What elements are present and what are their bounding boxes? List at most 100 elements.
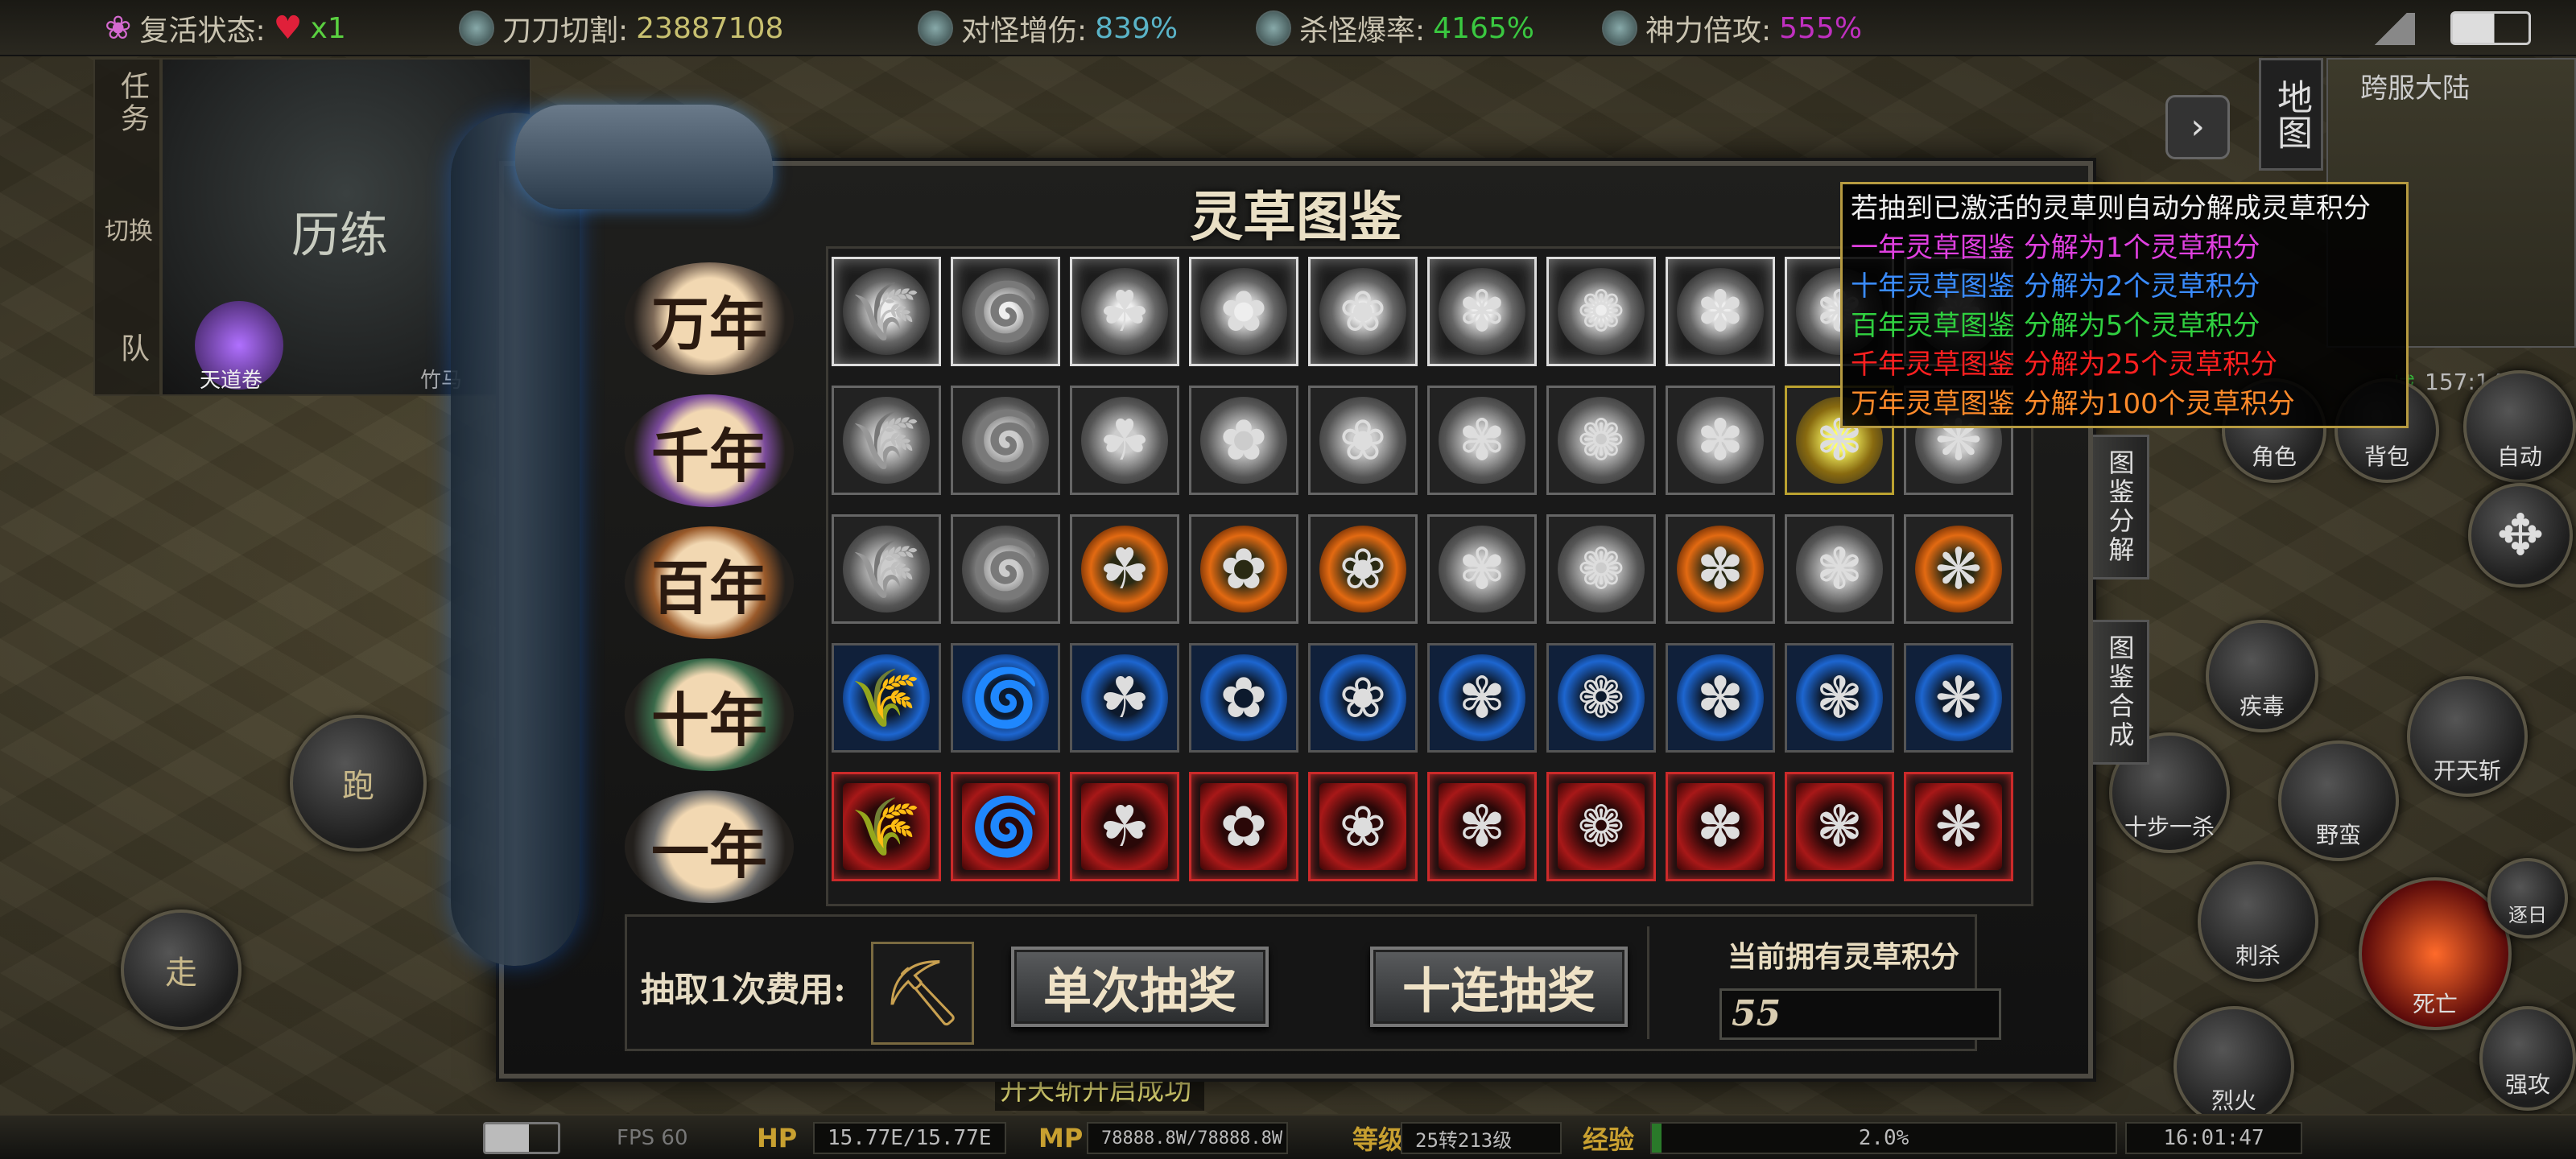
herb-slot-yi-4[interactable]: ✿	[1189, 772, 1298, 881]
herb-icon: ✽	[1677, 397, 1764, 484]
herb-icon: ☘	[1081, 526, 1168, 612]
skill-poison-button[interactable]: 疾毒	[2206, 620, 2318, 732]
top-status-bar: ❀ 复活状态: ♥ x1 刀刀切割: 23887108 对怪增伤: 839% 杀…	[0, 0, 2576, 56]
hp-label: HP	[757, 1123, 798, 1153]
herb-slot-shi-6[interactable]: ✾	[1427, 643, 1537, 753]
herb-slot-yi-8[interactable]: ✽	[1666, 772, 1775, 881]
herb-slot-qian-4[interactable]: ✿	[1189, 386, 1298, 495]
dragon-head-icon	[515, 105, 773, 209]
herb-slot-yi-5[interactable]: ❀	[1308, 772, 1418, 881]
herb-slot-wan-7[interactable]: ❁	[1546, 257, 1656, 366]
skill-fire-button[interactable]: 烈火	[2174, 1006, 2294, 1127]
herb-slot-bai-9[interactable]: ❃	[1785, 514, 1894, 624]
herb-icon: ❀	[1319, 268, 1406, 355]
herb-icon: ✿	[1200, 526, 1287, 612]
herb-slot-qian-6[interactable]: ✾	[1427, 386, 1537, 495]
herb-slot-wan-4[interactable]: ✿	[1189, 257, 1298, 366]
task-tab[interactable]: 任务	[111, 71, 153, 135]
herb-slot-wan-8[interactable]: ✽	[1666, 257, 1775, 366]
herb-slot-bai-8[interactable]: ✽	[1666, 514, 1775, 624]
herb-slot-shi-4[interactable]: ✿	[1189, 643, 1298, 753]
exp-bar-fill	[1652, 1124, 1662, 1153]
herb-slot-qian-5[interactable]: ❀	[1308, 386, 1418, 495]
herb-slot-bai-3[interactable]: ☘	[1070, 514, 1179, 624]
herb-slot-shi-7[interactable]: ❁	[1546, 643, 1656, 753]
herb-icon: ✾	[1439, 268, 1525, 355]
herb-icon: ❋	[1915, 654, 2002, 741]
herb-slot-shi-8[interactable]: ✽	[1666, 643, 1775, 753]
herb-icon: ❃	[1796, 526, 1883, 612]
herb-icon: ❃	[1796, 783, 1883, 870]
herb-slot-qian-7[interactable]: ❁	[1546, 386, 1656, 495]
skill-assassinate-button[interactable]: 刺杀	[2198, 861, 2318, 982]
herb-slot-bai-5[interactable]: ❀	[1308, 514, 1418, 624]
herb-slot-shi-1[interactable]: 🌾	[832, 643, 941, 753]
herb-slot-qian-3[interactable]: ☘	[1070, 386, 1179, 495]
synthesize-tab[interactable]: 图鉴合成	[2093, 620, 2149, 765]
herb-slot-yi-9[interactable]: ❃	[1785, 772, 1894, 881]
level-value: 25转213级	[1401, 1122, 1562, 1154]
run-button[interactable]: 跑	[290, 715, 427, 852]
herb-slot-qian-2[interactable]: 🌀	[951, 386, 1060, 495]
move-cross-icon[interactable]: ✥	[2468, 483, 2573, 588]
herb-slot-shi-5[interactable]: ❀	[1308, 643, 1418, 753]
herb-slot-wan-6[interactable]: ✾	[1427, 257, 1537, 366]
ten-draw-button[interactable]: 十连抽奖	[1370, 947, 1628, 1027]
walk-button[interactable]: 走	[121, 909, 242, 1030]
hp-value: 15.77E/15.77E	[813, 1122, 1006, 1154]
herb-icon: ☘	[1081, 783, 1168, 870]
herb-slot-qian-8[interactable]: ✽	[1666, 386, 1775, 495]
herb-slot-yi-7[interactable]: ❁	[1546, 772, 1656, 881]
scythe-icon	[1256, 10, 1291, 46]
skill-zhuri-button[interactable]: 逐日	[2487, 858, 2568, 938]
decompose-tab[interactable]: 图鉴分解	[2093, 435, 2149, 580]
mp-value: 78888.8W/78888.8W	[1087, 1122, 1288, 1154]
signal-icon	[2367, 13, 2415, 45]
skill-kaitian-button[interactable]: 开天斩	[2407, 676, 2528, 797]
tooltip-line-4: 千年灵草图鉴 分解为25个灵草积分	[1851, 349, 2278, 381]
expand-arrow-icon[interactable]: ›	[2165, 95, 2230, 159]
switch-tab[interactable]: 切换	[103, 192, 155, 272]
herb-slot-wan-1[interactable]: 🌾	[832, 257, 941, 366]
herb-slot-bai-6[interactable]: ✾	[1427, 514, 1537, 624]
herb-slot-shi-3[interactable]: ☘	[1070, 643, 1179, 753]
tiandao-label: 天道卷	[200, 369, 263, 393]
auto-button[interactable]: 自动	[2463, 370, 2576, 483]
tooltip-line-1: 一年灵草图鉴 分解为1个灵草积分	[1851, 231, 2260, 264]
herb-slot-qian-1[interactable]: 🌾	[832, 386, 941, 495]
dragon-decoration	[451, 113, 580, 966]
herb-icon: ✽	[1677, 268, 1764, 355]
single-draw-button[interactable]: 单次抽奖	[1011, 947, 1269, 1027]
herb-slot-yi-1[interactable]: 🌾	[832, 772, 941, 881]
herb-icon: 🌀	[962, 526, 1049, 612]
drop-rate-stat: 杀怪爆率: 4165%	[1256, 8, 1534, 48]
herb-slot-bai-10[interactable]: ❋	[1904, 514, 2013, 624]
herb-slot-wan-3[interactable]: ☘	[1070, 257, 1179, 366]
tooltip-line-0: 若抽到已激活的灵草则自动分解成灵草积分	[1851, 192, 2371, 225]
herb-slot-yi-2[interactable]: 🌀	[951, 772, 1060, 881]
herb-slot-yi-10[interactable]: ❋	[1904, 772, 2013, 881]
slash-stat: 刀刀切割: 23887108	[459, 8, 783, 48]
herb-slot-bai-1[interactable]: 🌾	[832, 514, 941, 624]
herb-slot-shi-9[interactable]: ❃	[1785, 643, 1894, 753]
herb-slot-wan-2[interactable]: 🌀	[951, 257, 1060, 366]
herb-slot-yi-3[interactable]: ☘	[1070, 772, 1179, 881]
skill-strong-button[interactable]: 强攻	[2479, 1006, 2576, 1111]
herb-slot-wan-5[interactable]: ❀	[1308, 257, 1418, 366]
skill-savage-button[interactable]: 野蛮	[2278, 740, 2399, 861]
herb-slot-shi-2[interactable]: 🌀	[951, 643, 1060, 753]
herb-slot-yi-6[interactable]: ✾	[1427, 772, 1537, 881]
revive-status: ❀ 复活状态: ♥ x1	[105, 10, 346, 47]
herb-slot-shi-10[interactable]: ❋	[1904, 643, 2013, 753]
tooltip-line-5: 万年灵草图鉴 分解为100个灵草积分	[1851, 387, 2295, 420]
row-label-bai: 百年	[625, 526, 794, 639]
herb-icon: ❁	[1558, 654, 1645, 741]
herb-slot-bai-2[interactable]: 🌀	[951, 514, 1060, 624]
herb-icon: ❁	[1558, 397, 1645, 484]
map-button[interactable]: 地图	[2259, 58, 2323, 171]
herb-icon: ✽	[1677, 526, 1764, 612]
herb-icon: ☘	[1081, 654, 1168, 741]
herb-icon: ✿	[1200, 397, 1287, 484]
herb-slot-bai-7[interactable]: ❁	[1546, 514, 1656, 624]
herb-slot-bai-4[interactable]: ✿	[1189, 514, 1298, 624]
